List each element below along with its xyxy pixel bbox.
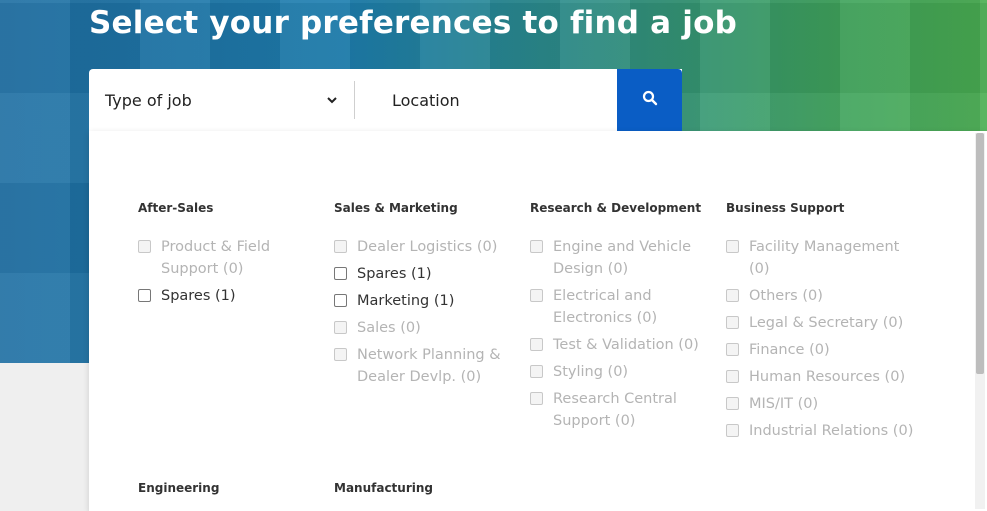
option-item[interactable]: Electrical and Electronics (0) (530, 285, 705, 329)
location-field[interactable]: Location (355, 69, 617, 131)
checkbox[interactable] (530, 289, 543, 302)
checkbox[interactable] (530, 240, 543, 253)
job-type-label: Type of job (105, 90, 192, 110)
option-label: Others (0) (749, 288, 823, 304)
checkbox[interactable] (726, 240, 739, 253)
option-label: Spares (1) (357, 266, 432, 282)
option-label: Engine and Vehicle Design (0) (553, 239, 692, 277)
checkbox[interactable] (334, 267, 347, 280)
chevron-down-icon (326, 94, 338, 106)
option-item[interactable]: Styling (0) (530, 361, 705, 383)
option-label: Spares (1) (161, 288, 236, 304)
category-business-support: Business Support Facility Management (0)… (726, 201, 916, 447)
option-item[interactable]: Product & Field Support (0) (138, 236, 313, 280)
option-label: Facility Management (0) (749, 239, 900, 277)
option-label: Styling (0) (553, 364, 629, 380)
option-item[interactable]: Network Planning & Dealer Devlp. (0) (334, 344, 509, 388)
option-item[interactable]: Research Central Support (0) (530, 388, 705, 432)
location-label: Location (392, 90, 460, 110)
scrollbar[interactable] (975, 133, 985, 509)
category-research-development: Research & Development Engine and Vehicl… (530, 201, 705, 437)
option-item[interactable]: Facility Management (0) (726, 236, 916, 280)
job-type-select[interactable]: Type of job (89, 69, 354, 131)
option-item[interactable]: Legal & Secretary (0) (726, 312, 916, 334)
page-title: Select your preferences to find a job (89, 5, 737, 41)
option-label: Finance (0) (749, 342, 830, 358)
checkbox[interactable] (530, 365, 543, 378)
category-manufacturing: Manufacturing (334, 481, 509, 511)
option-item[interactable]: Spares (1) (334, 263, 509, 285)
option-item[interactable]: Test & Validation (0) (530, 334, 705, 356)
checkbox[interactable] (726, 370, 739, 383)
checkbox[interactable] (138, 240, 151, 253)
checkbox[interactable] (726, 316, 739, 329)
search-icon (642, 90, 658, 110)
checkbox[interactable] (726, 397, 739, 410)
option-label: Marketing (1) (357, 293, 455, 309)
checkbox[interactable] (138, 289, 151, 302)
option-item[interactable]: Marketing (1) (334, 290, 509, 312)
option-label: Sales (0) (357, 320, 421, 336)
option-item[interactable]: Others (0) (726, 285, 916, 307)
checkbox[interactable] (334, 321, 347, 334)
checkbox[interactable] (334, 240, 347, 253)
option-label: Research Central Support (0) (553, 391, 677, 429)
checkbox[interactable] (530, 338, 543, 351)
checkbox[interactable] (334, 348, 347, 361)
option-item[interactable]: Engine and Vehicle Design (0) (530, 236, 705, 280)
job-type-dropdown-panel: After-Sales Product & Field Support (0) … (89, 131, 987, 511)
category-after-sales: After-Sales Product & Field Support (0) … (138, 201, 313, 312)
option-label: Dealer Logistics (0) (357, 239, 498, 255)
category-title: Sales & Marketing (334, 201, 458, 215)
option-item[interactable]: Human Resources (0) (726, 366, 916, 388)
category-title: Research & Development (530, 201, 702, 215)
option-label: Industrial Relations (0) (749, 423, 914, 439)
category-sales-marketing: Sales & Marketing Dealer Logistics (0) S… (334, 201, 509, 393)
option-item[interactable]: Sales (0) (334, 317, 509, 339)
option-label: MIS/IT (0) (749, 396, 819, 412)
scrollbar-thumb[interactable] (976, 133, 984, 374)
option-item[interactable]: Finance (0) (726, 339, 916, 361)
checkbox[interactable] (726, 424, 739, 437)
option-label: Electrical and Electronics (0) (553, 288, 658, 326)
option-label: Legal & Secretary (0) (749, 315, 904, 331)
option-label: Test & Validation (0) (553, 337, 699, 353)
category-engineering: Engineering (138, 481, 313, 511)
category-title: After-Sales (138, 201, 214, 215)
checkbox[interactable] (334, 294, 347, 307)
checkbox[interactable] (530, 392, 543, 405)
option-label: Network Planning & Dealer Devlp. (0) (357, 347, 501, 385)
category-title: Engineering (138, 481, 220, 495)
category-title: Manufacturing (334, 481, 433, 495)
option-item[interactable]: MIS/IT (0) (726, 393, 916, 415)
option-item[interactable]: Industrial Relations (0) (726, 420, 916, 442)
option-item[interactable]: Spares (1) (138, 285, 313, 307)
option-item[interactable]: Dealer Logistics (0) (334, 236, 509, 258)
checkbox[interactable] (726, 289, 739, 302)
option-label: Human Resources (0) (749, 369, 906, 385)
search-button[interactable] (617, 69, 682, 131)
option-label: Product & Field Support (0) (161, 239, 271, 277)
checkbox[interactable] (726, 343, 739, 356)
search-bar: Type of job Location (89, 69, 682, 131)
category-title: Business Support (726, 201, 845, 215)
